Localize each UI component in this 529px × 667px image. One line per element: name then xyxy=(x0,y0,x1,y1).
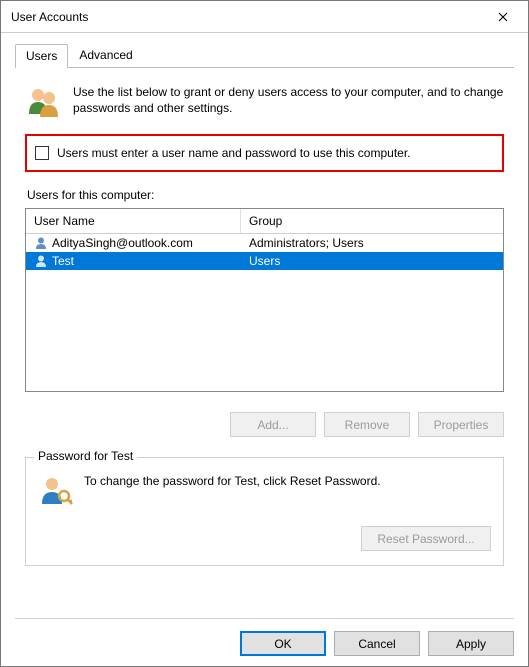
user-name-cell: Test xyxy=(52,254,74,268)
user-name-cell: AdityaSingh@outlook.com xyxy=(52,236,193,250)
properties-button[interactable]: Properties xyxy=(418,412,504,437)
key-user-icon xyxy=(38,474,74,510)
user-group-cell: Users xyxy=(249,254,280,268)
close-button[interactable] xyxy=(480,2,526,32)
user-buttons-row: Add... Remove Properties xyxy=(25,412,504,437)
cancel-button[interactable]: Cancel xyxy=(334,631,420,656)
column-user-name[interactable]: User Name xyxy=(26,209,241,233)
password-required-checkbox-highlight: Users must enter a user name and passwor… xyxy=(25,134,504,172)
list-item[interactable]: AdityaSingh@outlook.com Administrators; … xyxy=(26,234,503,252)
users-list[interactable]: User Name Group AdityaSingh@outlook.com … xyxy=(25,208,504,392)
tab-strip: Users Advanced xyxy=(15,43,514,68)
users-must-enter-password-label: Users must enter a user name and passwor… xyxy=(57,146,411,160)
password-fieldset-legend: Password for Test xyxy=(34,449,137,463)
user-icon xyxy=(34,236,48,250)
user-accounts-dialog: User Accounts Users Advanced Use the lis… xyxy=(0,0,529,667)
add-button[interactable]: Add... xyxy=(230,412,316,437)
users-list-label: Users for this computer: xyxy=(27,188,504,202)
close-icon xyxy=(498,12,508,22)
password-fieldset: Password for Test To change the password… xyxy=(25,457,504,566)
apply-button[interactable]: Apply xyxy=(428,631,514,656)
ok-button[interactable]: OK xyxy=(240,631,326,656)
title-bar: User Accounts xyxy=(1,1,528,33)
tab-advanced[interactable]: Advanced xyxy=(68,43,143,67)
user-group-cell: Administrators; Users xyxy=(249,236,364,250)
reset-password-button[interactable]: Reset Password... xyxy=(361,526,491,551)
intro-row: Use the list below to grant or deny user… xyxy=(25,84,504,120)
users-list-header: User Name Group xyxy=(26,209,503,234)
dialog-button-row: OK Cancel Apply xyxy=(15,618,514,656)
users-must-enter-password-checkbox[interactable] xyxy=(35,146,49,160)
column-group[interactable]: Group xyxy=(241,209,503,233)
password-text: To change the password for Test, click R… xyxy=(84,474,381,488)
tab-users[interactable]: Users xyxy=(15,44,68,68)
user-icon xyxy=(34,254,48,268)
remove-button[interactable]: Remove xyxy=(324,412,410,437)
users-icon xyxy=(25,84,61,120)
intro-text: Use the list below to grant or deny user… xyxy=(73,84,504,116)
window-title: User Accounts xyxy=(11,10,480,24)
list-item[interactable]: Test Users xyxy=(26,252,503,270)
